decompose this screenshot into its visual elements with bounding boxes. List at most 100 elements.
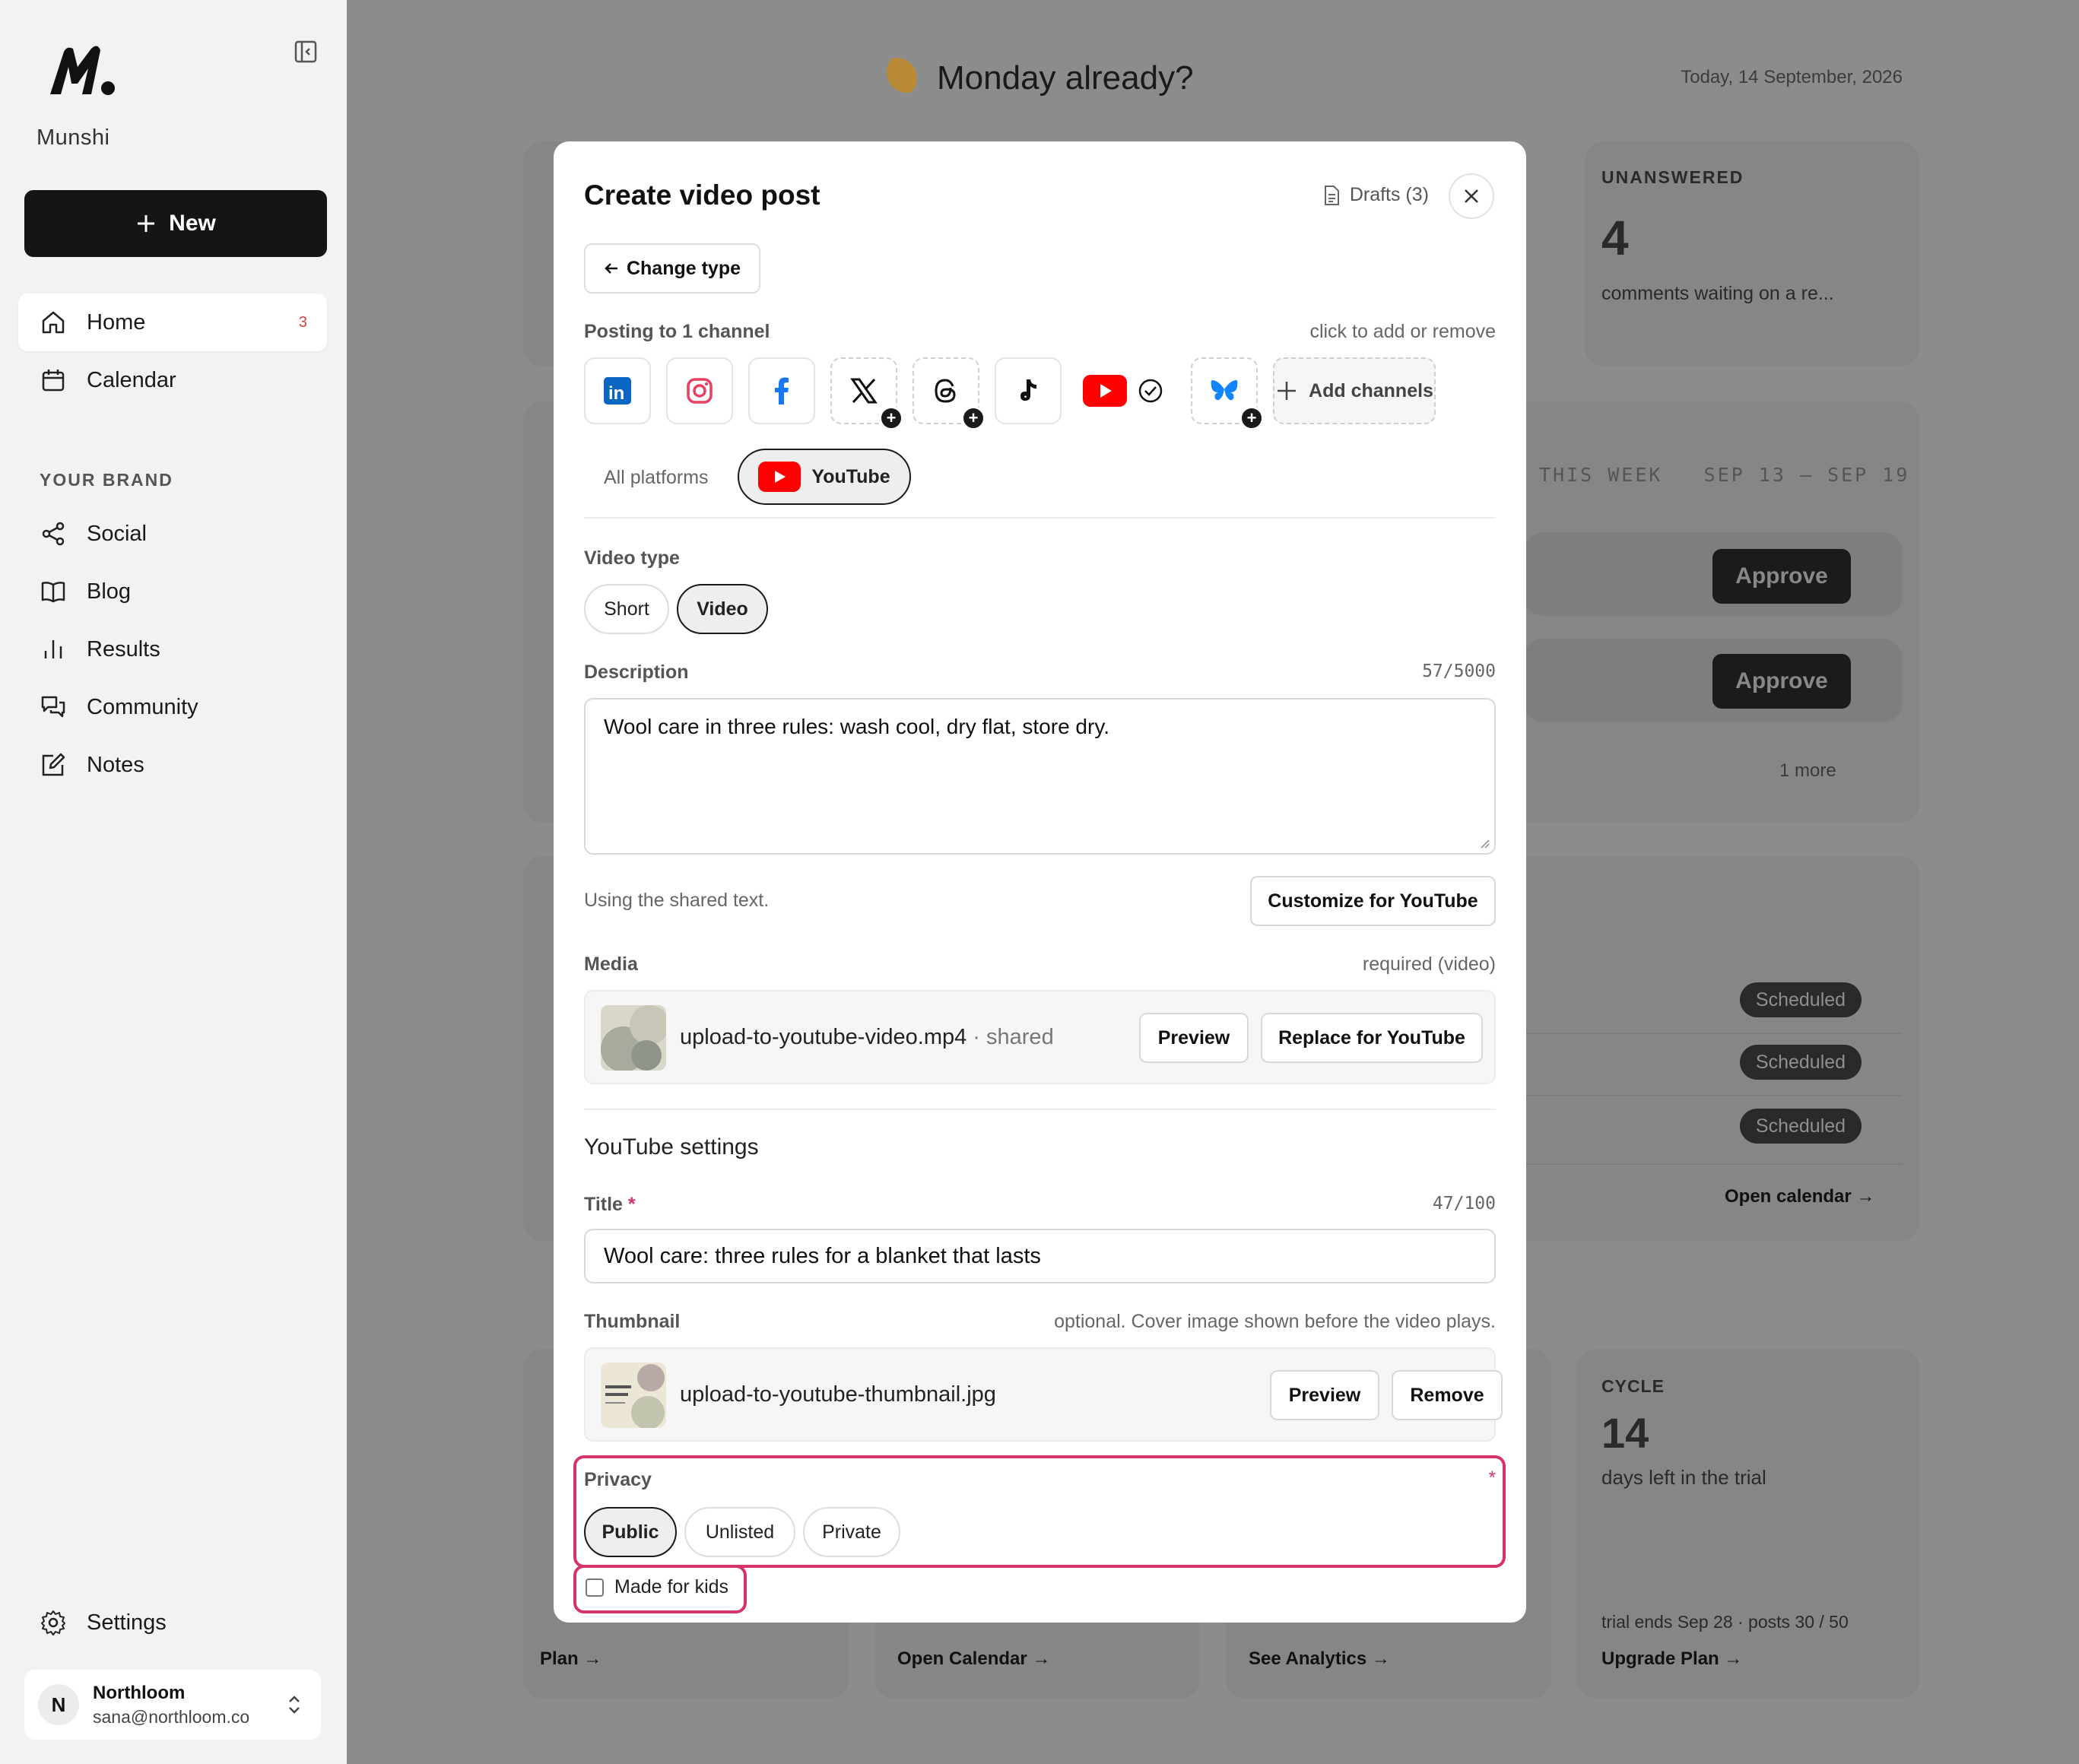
resize-handle-icon[interactable] <box>1478 836 1490 849</box>
divider <box>584 517 1496 519</box>
cycle-count: 14 <box>1601 1409 1649 1457</box>
video-type-video[interactable]: Video <box>677 584 768 634</box>
linkedin-icon: in <box>604 377 631 405</box>
sidebar-item-home[interactable]: Home 3 <box>18 293 327 351</box>
bluesky-icon <box>1211 380 1238 401</box>
media-filename: upload-to-youtube-video.mp4 · shared <box>680 1025 1054 1049</box>
media-hint: required (video) <box>1362 953 1496 975</box>
checkbox[interactable] <box>586 1578 604 1597</box>
replace-for-youtube-button[interactable]: Replace for YouTube <box>1261 1013 1483 1063</box>
video-type-short[interactable]: Short <box>584 584 669 634</box>
new-button[interactable]: New <box>24 190 327 257</box>
title-input[interactable]: Wool care: three rules for a blanket tha… <box>584 1229 1496 1283</box>
channel-instagram[interactable] <box>666 357 733 424</box>
privacy-public[interactable]: Public <box>584 1507 677 1557</box>
plan-link[interactable]: Plan → <box>540 1648 601 1670</box>
instagram-icon <box>687 378 713 404</box>
close-icon <box>1465 189 1478 203</box>
close-button[interactable] <box>1449 173 1494 219</box>
video-type-label: Video type <box>584 547 680 569</box>
thumbnail-item: upload-to-youtube-thumbnail.jpg Preview … <box>584 1347 1503 1442</box>
channel-x[interactable]: + <box>830 357 903 430</box>
dialog-title: Create video post <box>584 179 820 211</box>
x-logo-icon <box>850 378 878 404</box>
posting-hint: click to add or remove <box>1309 321 1496 342</box>
sidebar-item-blog[interactable]: Blog <box>18 563 327 620</box>
sidebar-item-notes[interactable]: Notes <box>18 736 327 794</box>
bar-chart-icon <box>44 640 62 658</box>
channel-tiktok[interactable] <box>995 357 1062 424</box>
approve-button[interactable]: Approve <box>1712 654 1851 709</box>
thumbnail-preview-button[interactable]: Preview <box>1270 1370 1379 1420</box>
channel-linkedin[interactable]: in <box>584 357 651 424</box>
calendar-icon <box>42 370 65 392</box>
sidebar-item-calendar[interactable]: Calendar <box>18 351 327 409</box>
channel-bluesky[interactable]: + <box>1191 357 1264 430</box>
change-type-button[interactable]: Change type <box>584 243 760 293</box>
row-divider <box>1524 1033 1903 1034</box>
description-text: Wool care in three rules: wash cool, dry… <box>604 715 1110 738</box>
upgrade-link[interactable]: Upgrade Plan → <box>1601 1648 1742 1670</box>
tab-all-platforms[interactable]: All platforms <box>604 467 709 489</box>
privacy-unlisted[interactable]: Unlisted <box>684 1507 795 1557</box>
check-circle-icon <box>1138 379 1163 403</box>
title-label: Title * <box>584 1194 636 1215</box>
privacy-private[interactable]: Private <box>803 1507 900 1557</box>
account-switcher[interactable]: N Northloom sana@northloom.co <box>24 1670 321 1740</box>
sidebar: Munshi New Home 3 Calendar YOUR BRAND So… <box>0 0 347 1764</box>
share-icon <box>42 522 65 546</box>
sidebar-item-label: Notes <box>87 752 144 777</box>
sidebar-item-label: Results <box>87 636 160 662</box>
approve-button[interactable]: Approve <box>1712 549 1851 604</box>
unanswered-text: comments waiting on a re... <box>1601 283 1834 304</box>
description-input[interactable]: Wool care in three rules: wash cool, dry… <box>584 698 1496 855</box>
see-analytics-link[interactable]: See Analytics → <box>1249 1648 1390 1670</box>
shared-text-note: Using the shared text. <box>584 890 770 911</box>
row-divider <box>1524 1095 1903 1096</box>
more-link[interactable]: 1 more <box>1779 760 1836 782</box>
media-preview-button[interactable]: Preview <box>1139 1013 1249 1063</box>
sidebar-item-results[interactable]: Results <box>18 620 327 678</box>
brand-name: Munshi <box>37 125 110 150</box>
svg-text:in: in <box>608 383 624 404</box>
channel-facebook[interactable] <box>748 357 815 424</box>
change-type-label: Change type <box>626 257 741 279</box>
open-calendar-link[interactable]: Open Calendar → <box>897 1648 1050 1670</box>
chat-icon <box>41 696 65 718</box>
book-icon <box>41 582 65 603</box>
sidebar-item-social[interactable]: Social <box>18 505 327 563</box>
sidebar-item-settings[interactable]: Settings <box>18 1594 327 1651</box>
media-item: upload-to-youtube-video.mp4 · shared Pre… <box>584 990 1496 1084</box>
tiktok-icon <box>1020 379 1036 401</box>
section-label: YOUR BRAND <box>40 470 173 490</box>
channel-youtube[interactable] <box>1077 357 1166 424</box>
drafts-button[interactable]: Drafts (3) <box>1322 184 1429 206</box>
add-channel-plus-icon: + <box>879 406 903 430</box>
tab-youtube[interactable]: YouTube <box>738 449 911 505</box>
media-label: Media <box>584 953 638 975</box>
add-channels-label: Add channels <box>1309 379 1433 401</box>
channel-threads[interactable]: + <box>913 357 986 430</box>
divider <box>584 1109 1496 1110</box>
open-calendar-link[interactable]: Open calendar → <box>1725 1186 1874 1207</box>
unanswered-label: UNANSWERED <box>1601 167 1744 187</box>
posting-label: Posting to 1 channel <box>584 321 770 342</box>
sidebar-item-community[interactable]: Community <box>18 678 327 736</box>
sidebar-item-label: Blog <box>87 579 132 604</box>
sidebar-item-label: Community <box>87 694 198 719</box>
greeting-text: Monday already? <box>937 59 1194 97</box>
customize-youtube-button[interactable]: Customize for YouTube <box>1250 876 1496 926</box>
status-badge: Scheduled <box>1740 1109 1862 1144</box>
thumbnail-remove-button[interactable]: Remove <box>1392 1370 1503 1420</box>
made-for-kids-checkbox[interactable]: Made for kids <box>586 1576 728 1598</box>
sidebar-item-label: Calendar <box>87 367 176 392</box>
thumbnail-image <box>601 1363 666 1428</box>
notification-badge: 3 <box>298 313 307 331</box>
edit-icon <box>42 753 65 776</box>
chevron-updown-icon <box>289 1696 300 1714</box>
youtube-icon <box>1083 375 1127 407</box>
sidebar-collapse-icon[interactable] <box>292 38 319 65</box>
unanswered-count: 4 <box>1601 211 1629 265</box>
add-channels-button[interactable]: Add channels <box>1273 357 1436 424</box>
sidebar-item-label: Social <box>87 521 147 546</box>
